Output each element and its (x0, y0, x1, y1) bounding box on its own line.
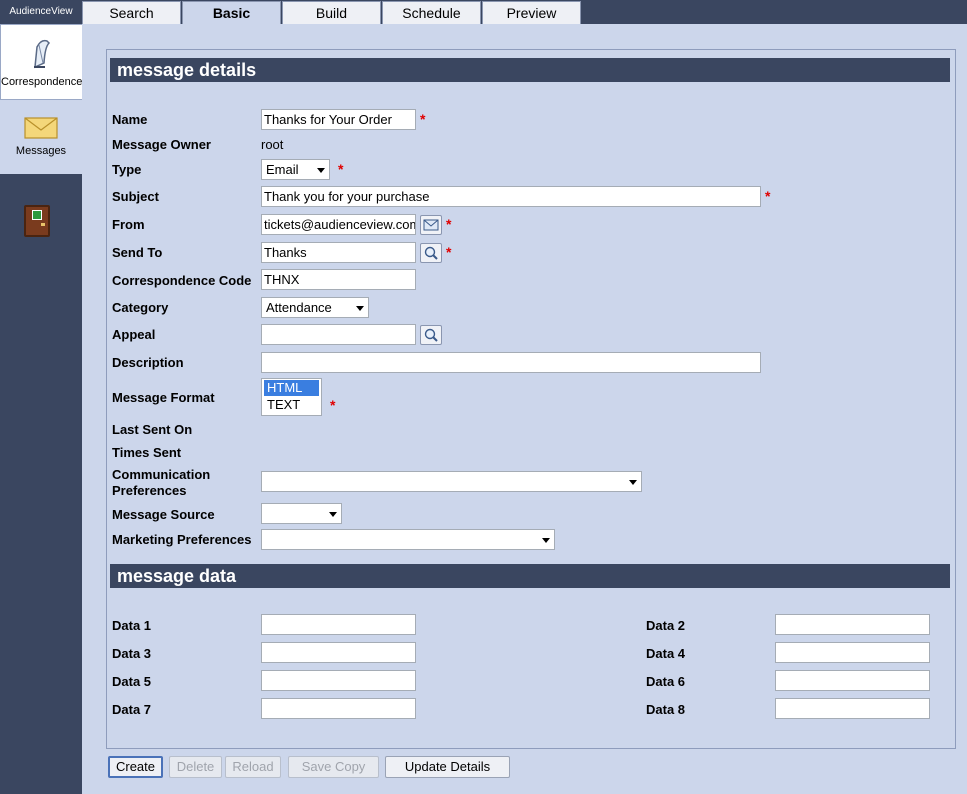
subject-label: Subject (112, 189, 159, 204)
data-4-label: Data 4 (646, 646, 686, 661)
reload-button[interactable]: Reload (225, 756, 281, 778)
sidebar-item-messages[interactable]: Messages (0, 116, 82, 172)
marketing-select[interactable] (261, 529, 555, 550)
comm-pref-label-line2: Preferences (112, 483, 187, 498)
data-8-label: Data 8 (646, 702, 686, 717)
type-label: Type (112, 162, 142, 177)
data-5-input[interactable] (261, 670, 416, 691)
data-3-label: Data 3 (112, 646, 152, 661)
sendto-input[interactable]: Thanks (261, 242, 416, 263)
comm-pref-label: Communication Preferences (112, 467, 210, 499)
chevron-down-icon (629, 480, 637, 485)
app-title: AudienceView (0, 0, 82, 24)
data-6-label: Data 6 (646, 674, 686, 689)
tab-build[interactable]: Build (282, 1, 381, 24)
delete-button[interactable]: Delete (169, 756, 222, 778)
exit-door-icon[interactable] (24, 205, 50, 237)
sidebar-item-correspondence[interactable]: Correspondence (0, 24, 82, 100)
description-label: Description (112, 355, 184, 370)
category-label: Category (112, 300, 169, 315)
search-icon (424, 328, 438, 342)
data-2-label: Data 2 (646, 618, 686, 633)
data-4-input[interactable] (775, 642, 930, 663)
data-3-input[interactable] (261, 642, 416, 663)
data-6-input[interactable] (775, 670, 930, 691)
name-label: Name (112, 112, 148, 127)
sendto-label: Send To (112, 245, 163, 260)
data-1-input[interactable] (261, 614, 416, 635)
owner-value: root (261, 137, 284, 152)
chevron-down-icon (542, 538, 550, 543)
category-select-value: Attendance (266, 300, 332, 315)
required-marker: * (330, 397, 336, 413)
chevron-down-icon (329, 512, 337, 517)
data-1-label: Data 1 (112, 618, 152, 633)
format-label: Message Format (112, 390, 215, 405)
from-label: From (112, 217, 145, 232)
description-input[interactable] (261, 352, 761, 373)
data-5-label: Data 5 (112, 674, 152, 689)
chevron-down-icon (317, 168, 325, 173)
required-marker: * (446, 216, 452, 232)
code-label: Correspondence Code (112, 273, 252, 288)
format-option-html[interactable]: HTML (264, 380, 319, 396)
from-input[interactable]: tickets@audienceview.com (261, 214, 416, 235)
source-label: Message Source (112, 507, 215, 522)
sidebar-item-label: Messages (15, 145, 67, 157)
appeal-input[interactable] (261, 324, 416, 345)
data-2-input[interactable] (775, 614, 930, 635)
search-icon (424, 246, 438, 260)
code-input[interactable]: THNX (261, 269, 416, 290)
envelope-icon (423, 219, 439, 231)
create-button[interactable]: Create (108, 756, 163, 778)
type-select-value: Email (266, 162, 299, 177)
sendto-search-button[interactable] (420, 243, 442, 263)
email-lookup-button[interactable] (420, 215, 442, 235)
comm-pref-select[interactable] (261, 471, 642, 492)
quill-pen-icon (33, 39, 50, 69)
comm-pref-label-line1: Communication (112, 467, 211, 482)
update-details-button[interactable]: Update Details (385, 756, 510, 778)
name-input[interactable]: Thanks for Your Order (261, 109, 416, 130)
times-sent-label: Times Sent (112, 445, 182, 460)
appeal-label: Appeal (112, 327, 156, 342)
appeal-search-button[interactable] (420, 325, 442, 345)
owner-label: Message Owner (112, 137, 211, 152)
required-marker: * (420, 111, 426, 127)
last-sent-label: Last Sent On (112, 422, 193, 437)
envelope-icon (24, 117, 58, 139)
required-marker: * (446, 244, 452, 260)
data-7-input[interactable] (261, 698, 416, 719)
format-option-text[interactable]: TEXT (264, 397, 319, 413)
required-marker: * (338, 161, 344, 177)
type-select[interactable]: Email (261, 159, 330, 180)
required-marker: * (765, 188, 771, 204)
tab-preview[interactable]: Preview (482, 1, 581, 24)
section-header-details: message details (110, 58, 950, 82)
data-7-label: Data 7 (112, 702, 152, 717)
tab-basic[interactable]: Basic (182, 1, 281, 25)
marketing-label: Marketing Preferences (112, 532, 252, 547)
format-listbox[interactable]: HTML TEXT (261, 378, 322, 416)
data-8-input[interactable] (775, 698, 930, 719)
save-copy-button[interactable]: Save Copy (288, 756, 379, 778)
subject-input[interactable]: Thank you for your purchase (261, 186, 761, 207)
chevron-down-icon (356, 306, 364, 311)
tab-schedule[interactable]: Schedule (382, 1, 481, 24)
tab-bar: Search Basic Build Schedule Preview (82, 0, 967, 25)
sidebar-item-label: Correspondence (1, 76, 83, 88)
section-header-data: message data (110, 564, 950, 588)
tab-search[interactable]: Search (82, 1, 181, 24)
category-select[interactable]: Attendance (261, 297, 369, 318)
source-select[interactable] (261, 503, 342, 524)
